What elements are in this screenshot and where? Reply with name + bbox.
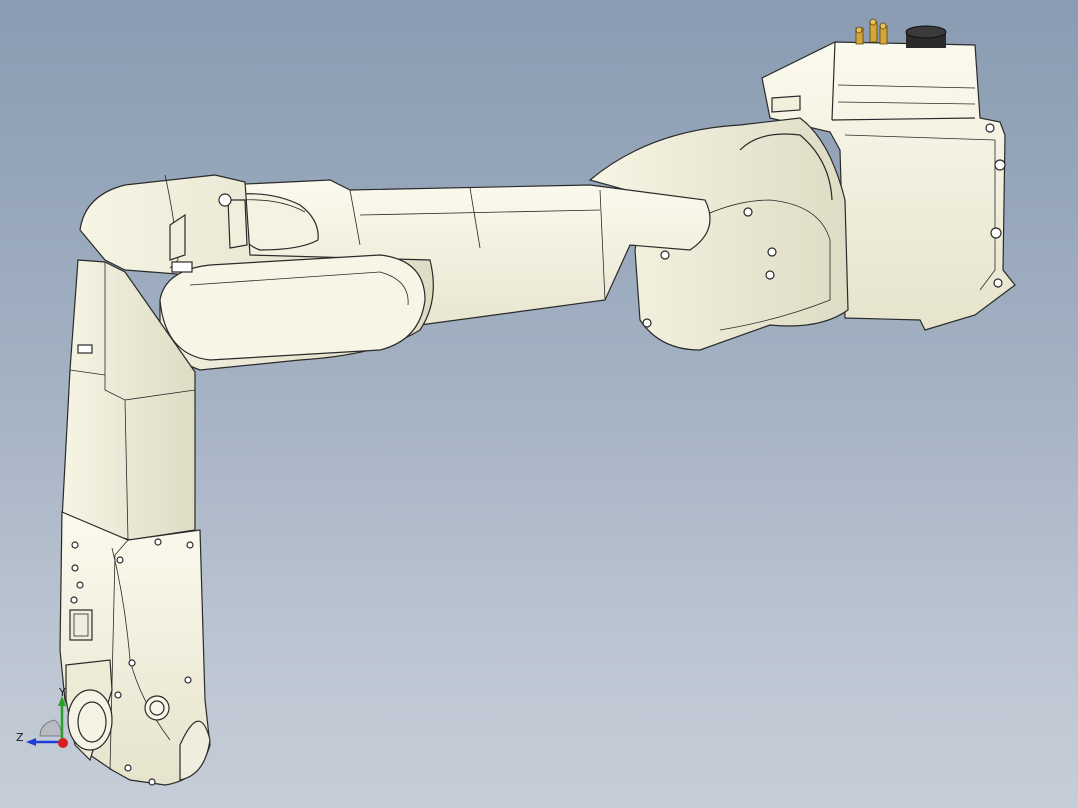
triad-quadrant bbox=[39, 719, 63, 737]
x-axis-dot bbox=[58, 738, 68, 748]
view-triad: Y Z bbox=[10, 684, 80, 754]
robot-arm-model[interactable] bbox=[0, 0, 1078, 808]
z-axis-arrow bbox=[26, 738, 36, 746]
cad-viewport[interactable]: Y Z bbox=[0, 0, 1078, 808]
z-axis-label: Z bbox=[16, 731, 24, 744]
top-cap bbox=[905, 25, 947, 48]
y-axis-label: Y bbox=[59, 686, 66, 699]
top-connectors bbox=[855, 18, 888, 45]
